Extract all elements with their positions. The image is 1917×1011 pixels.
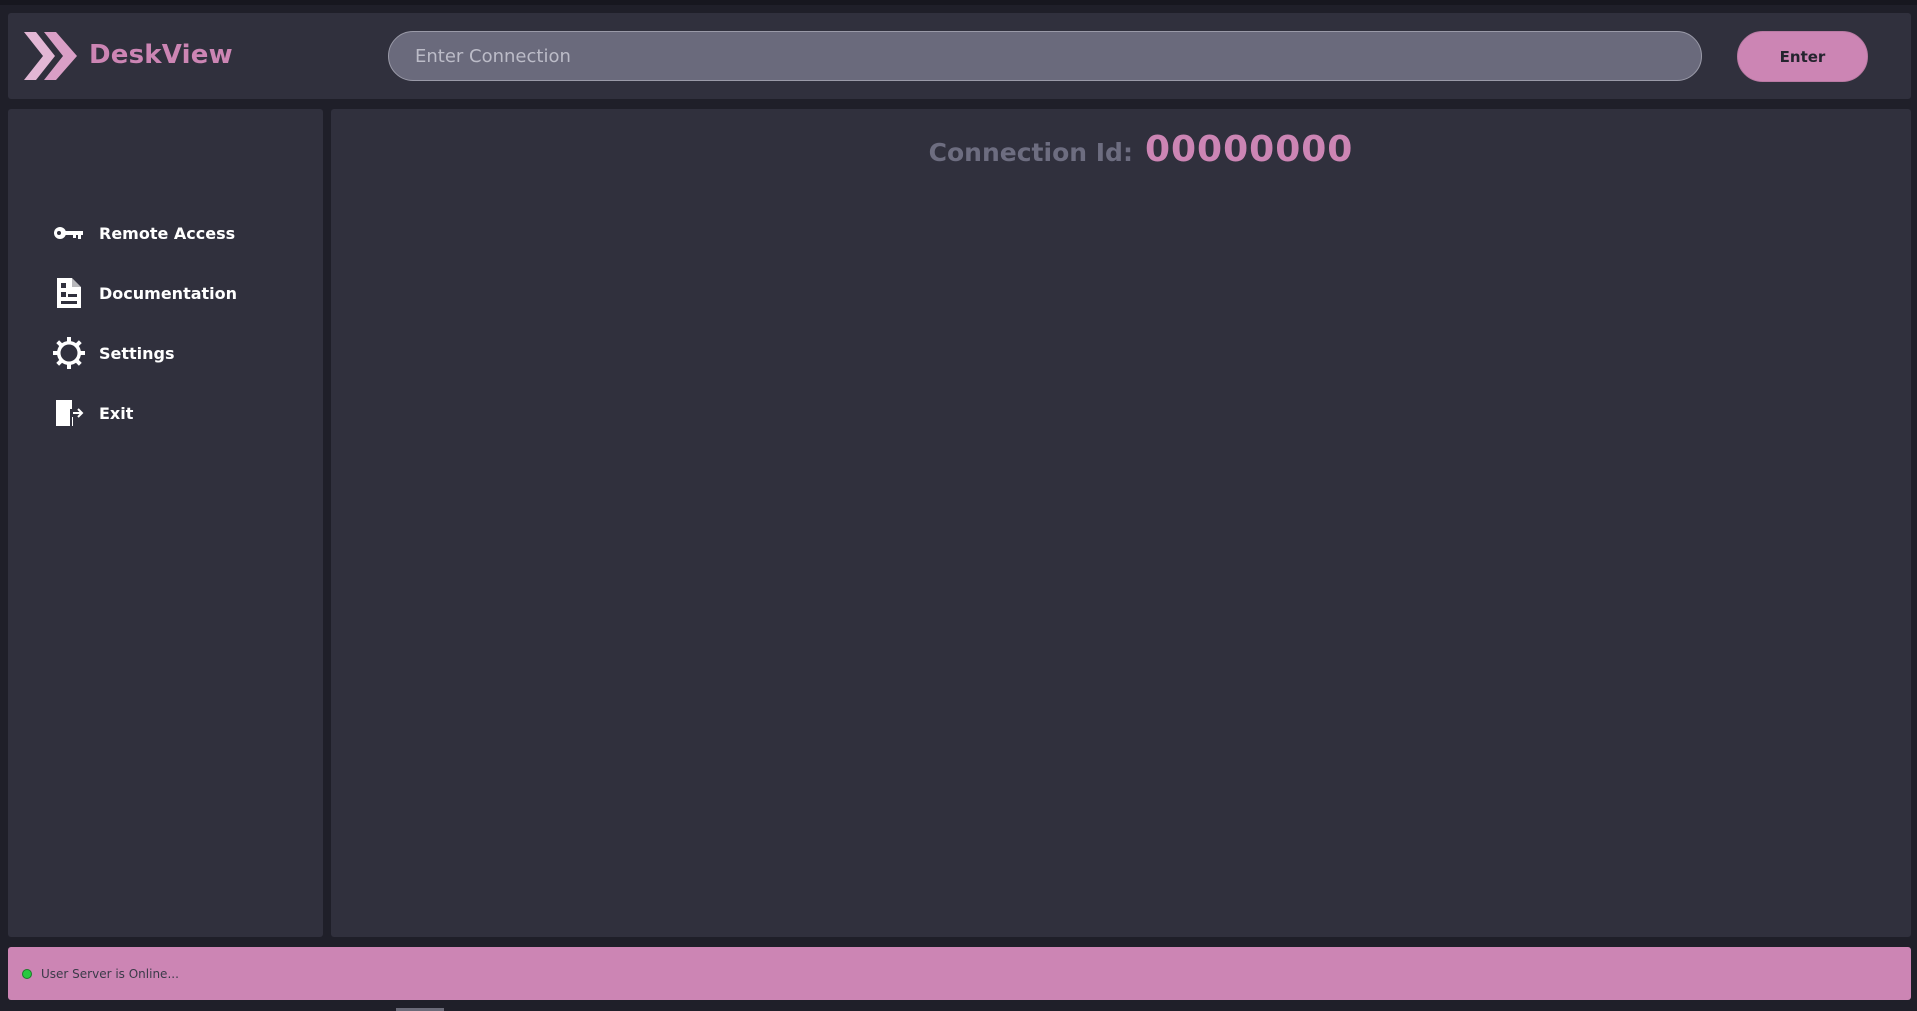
status-text: User Server is Online... xyxy=(41,967,179,981)
connection-id-display: Connection Id: 00000000 xyxy=(351,129,1917,170)
sidebar-item-remote-access[interactable]: Remote Access xyxy=(53,213,303,253)
status-online-indicator xyxy=(22,969,32,979)
sidebar: Remote Access Documentation Settings Exi… xyxy=(8,109,323,937)
sidebar-item-label: Exit xyxy=(99,403,134,423)
enter-button[interactable]: Enter xyxy=(1737,31,1868,82)
window-top-strip xyxy=(0,0,1917,5)
sidebar-item-label: Settings xyxy=(99,343,175,363)
double-chevron-icon xyxy=(22,29,82,83)
sidebar-item-documentation[interactable]: Documentation xyxy=(53,273,303,313)
connection-input[interactable] xyxy=(388,31,1702,81)
main-panel: Connection Id: 00000000 xyxy=(331,109,1911,937)
app-name: DeskView xyxy=(89,40,233,70)
status-bar: User Server is Online... xyxy=(8,947,1911,1000)
exit-icon xyxy=(53,397,85,429)
key-icon xyxy=(53,217,85,249)
header-bar: DeskView Enter xyxy=(8,13,1911,99)
connection-id-label: Connection Id: xyxy=(928,138,1133,167)
sidebar-item-settings[interactable]: Settings xyxy=(53,333,303,373)
sidebar-item-label: Documentation xyxy=(99,283,238,303)
document-icon xyxy=(53,277,85,309)
sidebar-item-exit[interactable]: Exit xyxy=(53,393,303,433)
connection-id-value: 00000000 xyxy=(1144,129,1354,170)
sidebar-item-label: Remote Access xyxy=(99,223,236,243)
gear-icon xyxy=(53,337,85,369)
